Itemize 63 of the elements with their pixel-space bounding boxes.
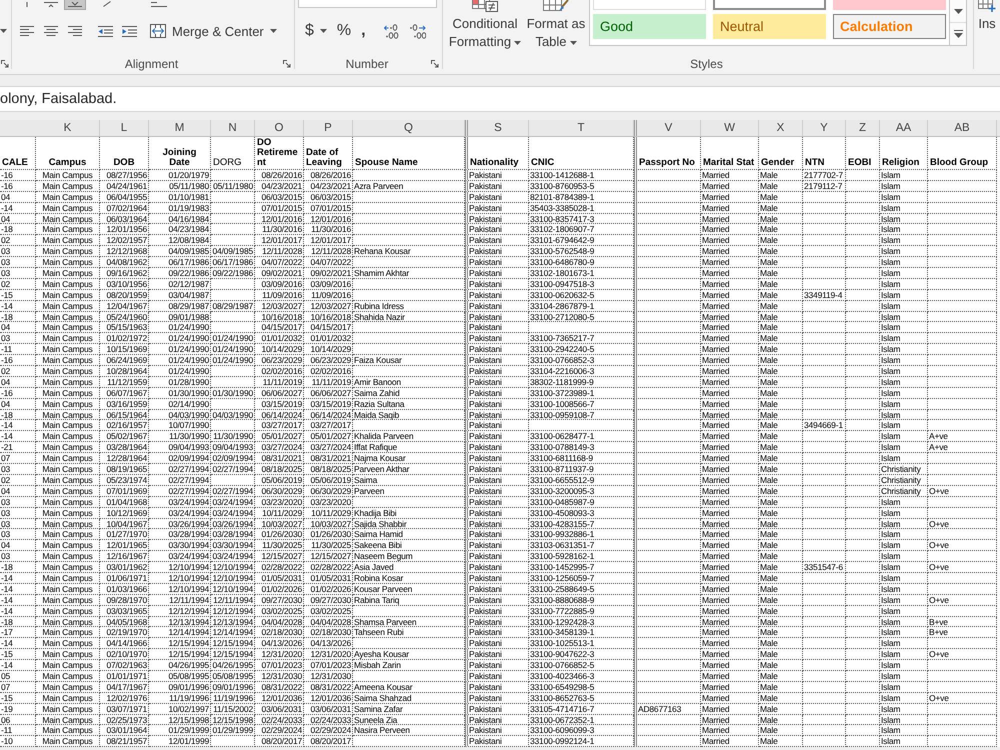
scroll-down-icon [954,8,962,14]
cell-style-item[interactable] [713,0,826,10]
comma-button[interactable]: , [359,20,368,42]
group-label: Alignment [124,56,178,70]
caret-icon [514,40,522,45]
wrap-text-button[interactable] [148,0,170,10]
corner-arrow-icon [431,60,439,68]
table-cell: 08/20/2017 [255,736,304,748]
table-cell: Pakistani [465,736,529,748]
decrease-indent-icon [98,26,112,36]
table-cell: 12/01/1999 [149,736,211,748]
align-right-icon [68,26,82,36]
column-header[interactable]: P [304,120,353,136]
column-header[interactable]: AB [928,120,997,136]
cell-style-item[interactable]: Neutral [713,14,826,39]
column-header[interactable]: AA [880,120,928,136]
percent-button[interactable]: % [334,20,354,42]
align-middle-icon [44,2,58,7]
align-bottom-icon [68,2,82,7]
table-cell: Main Campus [36,736,100,748]
merge-cells-icon [150,24,166,38]
align-left-icon [20,26,34,36]
merge-center-button[interactable]: Merge & Center [148,20,279,42]
caret-icon [570,40,577,45]
table-cell: Male [759,736,803,748]
column-header[interactable]: Y [803,120,846,136]
table-cell: Married [701,736,759,748]
column-header[interactable]: Q [353,120,465,136]
group-label: Styles [690,56,723,70]
increase-indent-icon [122,26,136,36]
column-header[interactable]: X [759,120,803,136]
caret-icon [270,29,277,33]
column-header[interactable]: T [529,120,634,136]
table-cell: 33100-0992124-1 [529,736,634,748]
format-as-table-button[interactable]: Format as Table [523,0,589,48]
cell-style-item[interactable]: Good [593,14,706,39]
caret-icon [0,29,7,33]
column-header[interactable]: M [149,120,211,136]
decrease-decimal-icon [408,24,426,38]
table-cell: 08/21/1957 [100,736,149,748]
conditional-formatting-button[interactable]: Conditional Formatting [447,0,523,48]
table-cell: 08/20/2017 [304,736,353,748]
align-bottom-button[interactable] [64,0,86,10]
diagonal-line-icon [103,1,111,7]
column-header[interactable]: N [211,120,255,136]
currency-button[interactable]: $ [303,20,329,42]
expand-gallery-icon [954,30,962,38]
column-header[interactable]: K [36,120,100,136]
caret-icon [320,29,327,33]
table-cell: -10 [0,736,36,748]
corner-arrow-icon [283,60,291,68]
insert-button[interactable]: Ins [974,0,1000,48]
vertical-line-icon [26,2,28,7]
table-cell: Islam [880,736,928,748]
column-header[interactable]: Z [846,120,880,136]
lines-icon [151,2,167,7]
formula-input[interactable]: olony, Faisalabad. [0,86,1000,112]
group-label: Number [346,56,388,70]
column-header[interactable]: W [701,120,759,136]
corner-arrow-icon [1,60,9,68]
column-header[interactable]: O [255,120,304,136]
align-center-icon [44,26,58,36]
column-header[interactable]: L [100,120,149,136]
